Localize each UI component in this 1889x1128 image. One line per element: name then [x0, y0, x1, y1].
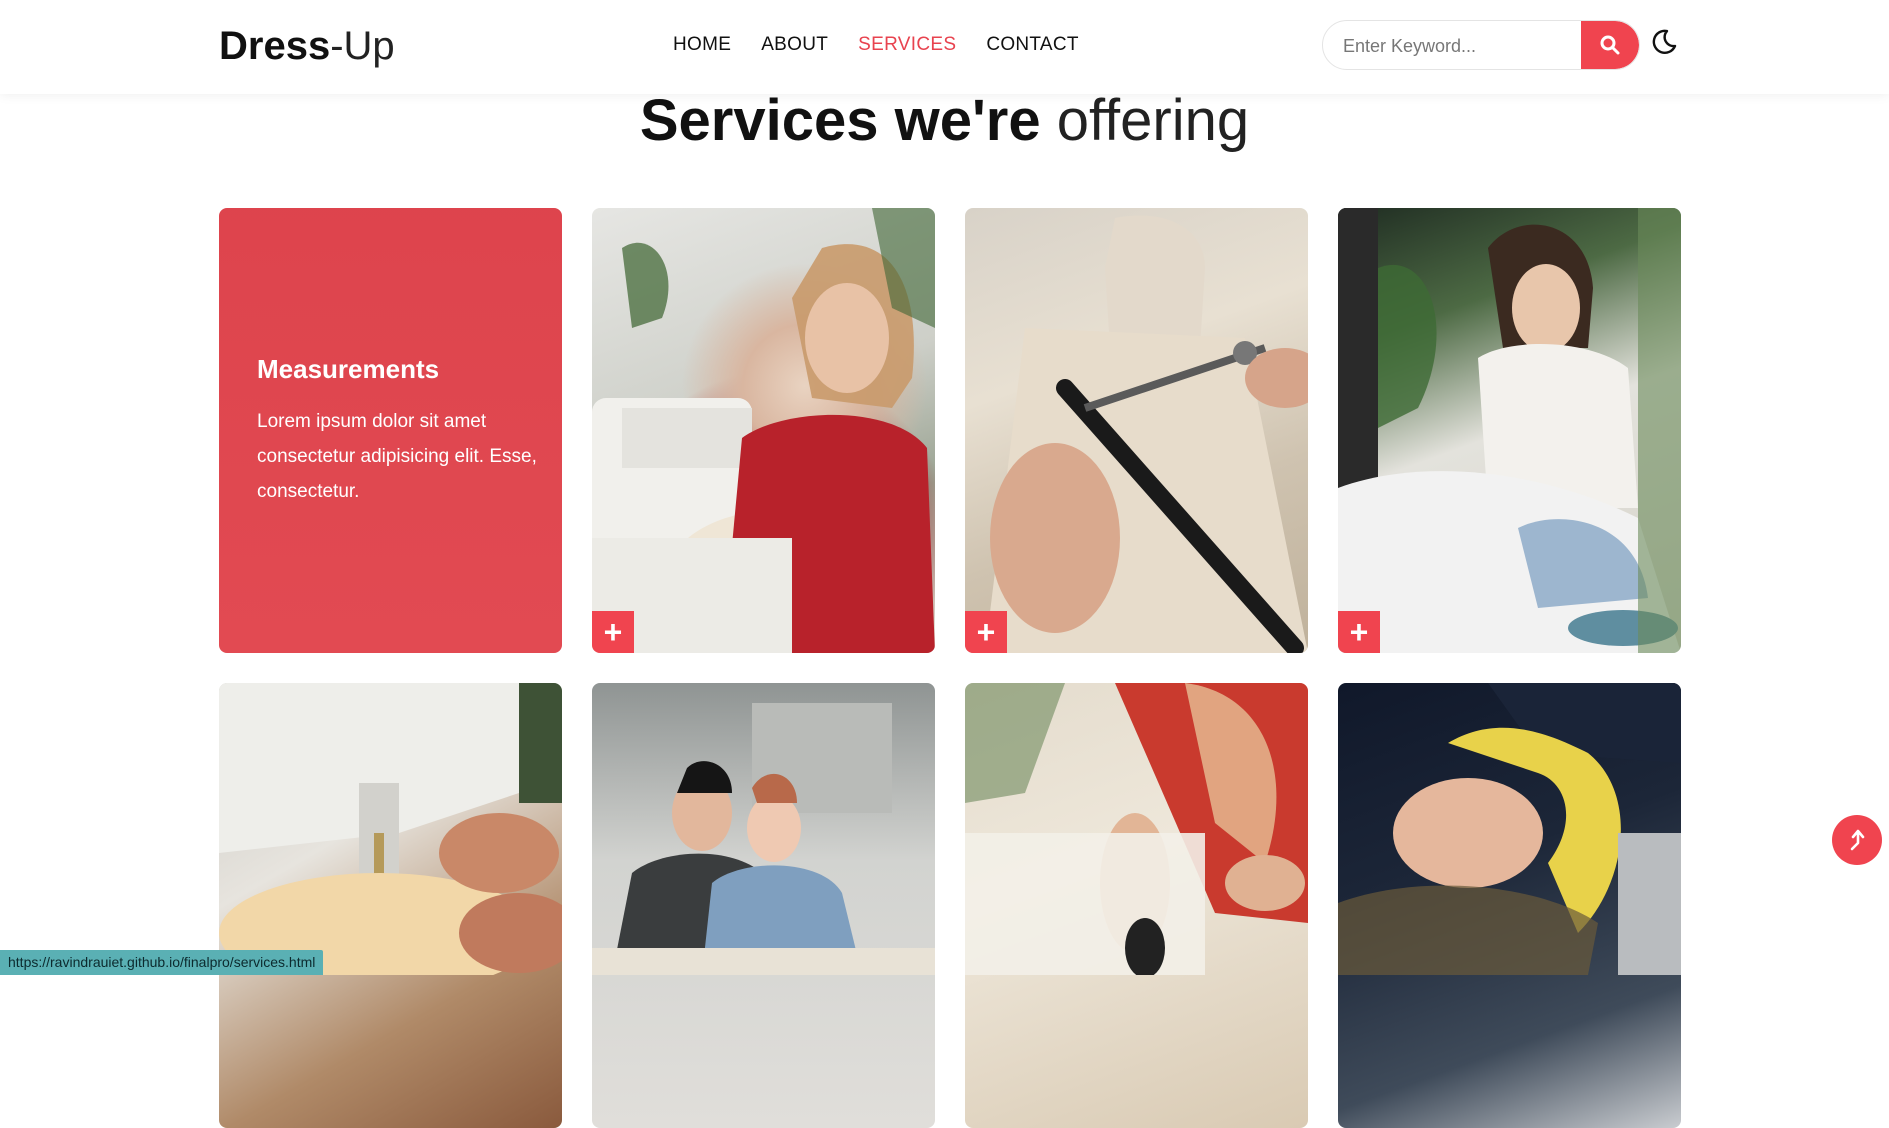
nav-contact[interactable]: CONTACT	[986, 32, 1079, 58]
logo[interactable]: Dress-Up	[219, 22, 395, 70]
scroll-to-top-button[interactable]	[1832, 815, 1882, 865]
service-image-card[interactable]	[592, 683, 935, 1128]
cutting-fabric-on-mannequin-photo	[985, 215, 1308, 653]
site-header: Dress-Up HOME ABOUT SERVICES CONTACT	[0, 0, 1889, 94]
cutting-paper-pattern-photo	[965, 683, 1308, 975]
service-image-card[interactable]: +	[965, 208, 1308, 653]
nav-home[interactable]: HOME	[673, 32, 731, 58]
main-nav: HOME ABOUT SERVICES CONTACT	[673, 32, 1079, 58]
search-input[interactable]	[1341, 21, 1575, 69]
plus-icon: +	[1349, 614, 1369, 650]
service-image-card[interactable]	[219, 683, 562, 1128]
page-title: Services we're offering	[0, 86, 1889, 156]
service-image-card[interactable]: +	[592, 208, 935, 653]
designers-at-table-photo	[592, 703, 935, 975]
add-button[interactable]: +	[1338, 611, 1380, 653]
search-box	[1322, 20, 1640, 70]
nav-about[interactable]: ABOUT	[761, 32, 828, 58]
service-card-title: Measurements	[257, 354, 440, 384]
nav-services[interactable]: SERVICES	[858, 32, 956, 58]
search-button[interactable]	[1581, 21, 1639, 69]
status-bar-url: https://ravindrauiet.github.io/finalpro/…	[0, 950, 324, 975]
plus-icon: +	[976, 614, 996, 650]
moon-icon[interactable]	[1650, 28, 1678, 56]
measuring-tape-hands-photo	[1338, 683, 1681, 975]
sewing-machine-needle-photo	[219, 683, 562, 975]
title-light: offering	[1056, 88, 1250, 153]
service-image-card[interactable]: +	[1338, 208, 1681, 653]
arrow-up-icon	[1850, 829, 1865, 851]
woman-hand-sewing-photo	[1338, 208, 1681, 653]
add-button[interactable]: +	[592, 611, 634, 653]
service-card-featured[interactable]: Measurements Lorem ipsum dolor sit amet …	[219, 208, 562, 653]
service-image-card[interactable]	[1338, 683, 1681, 1128]
add-button[interactable]: +	[965, 611, 1007, 653]
search-icon	[1600, 35, 1620, 55]
title-bold: Services we're	[639, 88, 1041, 153]
plus-icon: +	[603, 614, 623, 650]
service-image-card[interactable]	[965, 683, 1308, 1128]
woman-sewing-machine-photo	[592, 208, 935, 653]
service-card-text: Lorem ipsum dolor sit amet consectetur a…	[257, 411, 537, 502]
logo-bold-text: Dress	[219, 24, 331, 68]
logo-light-text: -Up	[330, 24, 395, 68]
